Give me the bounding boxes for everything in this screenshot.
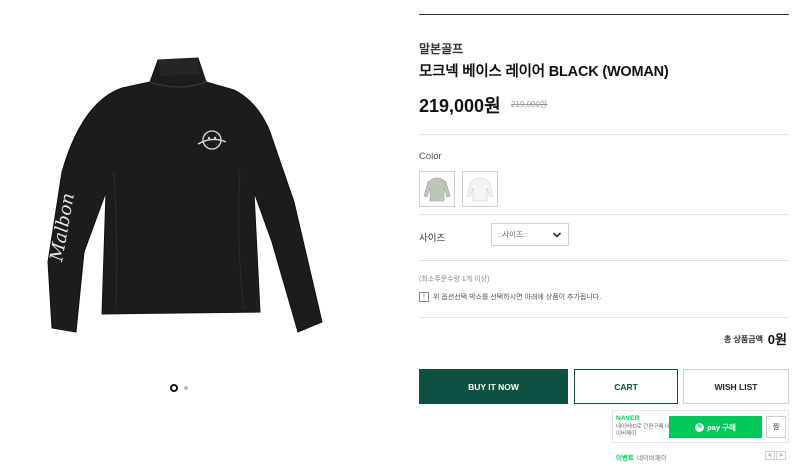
- total-price-label: 총 상품금액: [723, 335, 763, 344]
- chevron-right-icon[interactable]: >: [776, 451, 786, 460]
- gallery-dot-active[interactable]: [170, 384, 178, 392]
- brand-name[interactable]: 말본골프: [419, 40, 463, 57]
- white-shirt-swatch-icon: [466, 177, 494, 202]
- sale-price: 219,000원: [419, 96, 501, 116]
- option-notice: ! 위 옵션선택 박스를 선택하시면 아래에 상품이 추가됩니다.: [419, 292, 601, 302]
- naver-pay-description: 네이버ID로 간편구매 네이버페이: [616, 424, 671, 437]
- original-price: 219,000원: [511, 100, 548, 109]
- divider: [419, 134, 789, 135]
- add-to-cart-button[interactable]: CART: [574, 369, 678, 404]
- buy-now-button[interactable]: BUY IT NOW: [419, 369, 568, 404]
- total-price-value: 0원: [767, 332, 787, 347]
- event-label: 이벤트: [616, 455, 634, 462]
- min-order-note: (최소주문수량 1개 이상): [419, 276, 490, 283]
- color-swatch-light-green[interactable]: [419, 171, 455, 207]
- option-notice-text: 위 옵션선택 박스를 선택하시면 아래에 상품이 추가됩니다.: [433, 294, 602, 301]
- divider: [419, 214, 789, 215]
- naver-pay-wish-button[interactable]: 찜: [766, 416, 786, 438]
- naver-pay-buy-button[interactable]: N pay 구매: [669, 416, 762, 438]
- light-green-shirt-swatch-icon: [423, 177, 451, 202]
- naver-pay-buy-label: pay 구매: [707, 422, 736, 432]
- gallery-dot[interactable]: [184, 386, 188, 390]
- chevron-down-icon: [552, 232, 562, 238]
- size-select[interactable]: ::사이즈::: [491, 223, 569, 246]
- event-pager: < >: [765, 451, 786, 460]
- color-label: Color: [419, 151, 442, 162]
- size-label: 사이즈: [419, 233, 446, 244]
- product-title: 모크넥 베이스 레이어 BLACK (WOMAN): [419, 64, 669, 80]
- divider: [419, 260, 789, 261]
- product-image[interactable]: Malbon: [22, 52, 332, 342]
- divider: [419, 317, 789, 318]
- gallery-pagination: [170, 384, 188, 392]
- info-icon: !: [419, 292, 429, 302]
- color-swatch-white[interactable]: [462, 171, 498, 207]
- size-select-value: ::사이즈::: [498, 230, 528, 239]
- naver-logo: NAVER: [616, 415, 640, 422]
- wishlist-button[interactable]: WISH LIST: [683, 369, 789, 404]
- naver-pay-icon: N: [695, 422, 705, 432]
- top-divider: [419, 14, 789, 15]
- naver-pay-box: NAVER 네이버ID로 간편구매 네이버페이 N pay 구매 찜: [612, 410, 789, 443]
- product-detail-panel: 말본골프 모크넥 베이스 레이어 BLACK (WOMAN) 219,000원 …: [419, 0, 789, 470]
- product-gallery: Malbon: [0, 0, 400, 470]
- naver-pay-event[interactable]: 이벤트 네이버페이: [616, 452, 667, 462]
- event-text: 네이버페이: [636, 455, 667, 462]
- chevron-left-icon[interactable]: <: [765, 451, 775, 460]
